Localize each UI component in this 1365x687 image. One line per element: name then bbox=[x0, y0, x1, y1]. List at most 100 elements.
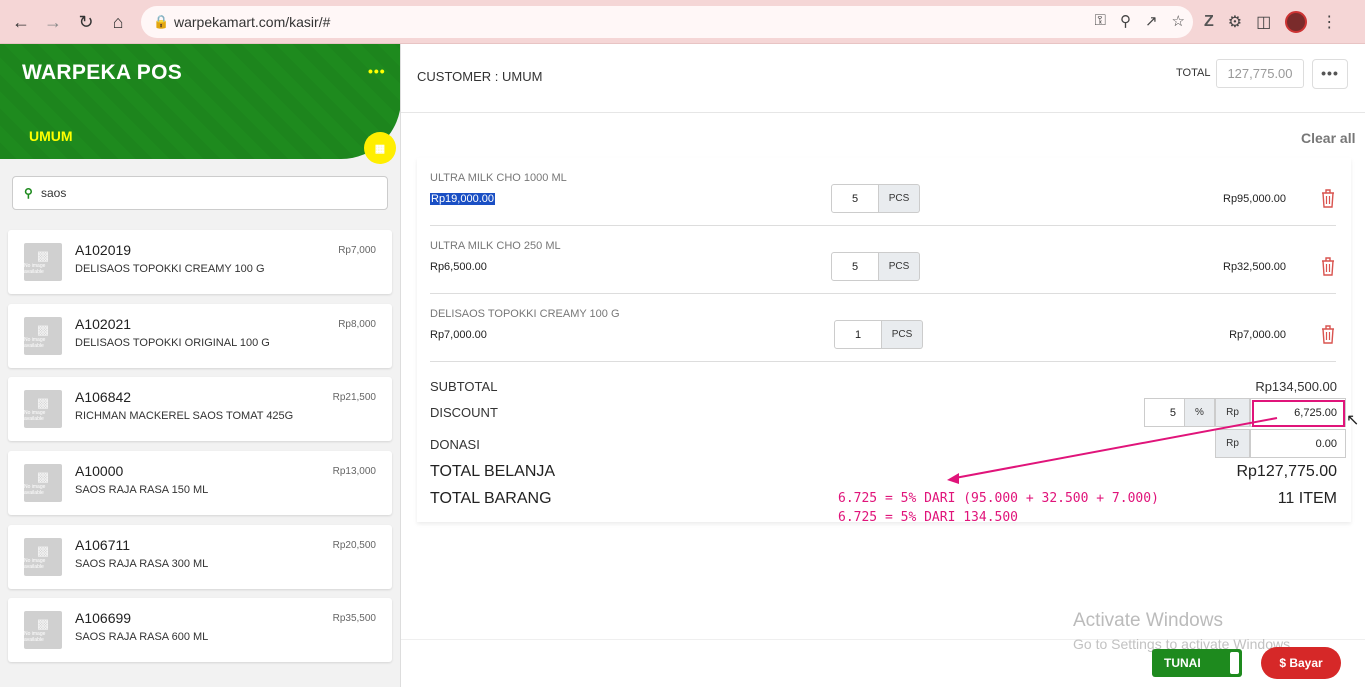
mouse-cursor-icon: ↖ bbox=[1346, 412, 1360, 429]
cart-item-name: DELISAOS TOPOKKI CREAMY 100 G bbox=[430, 308, 620, 320]
payment-method-toggle[interactable]: TUNAI bbox=[1152, 649, 1242, 677]
discount-label: DISCOUNT bbox=[430, 405, 498, 420]
donasi-label: DONASI bbox=[430, 437, 480, 452]
camera-icon: ▩ bbox=[36, 395, 50, 411]
camera-icon: ▩ bbox=[36, 469, 50, 485]
total-field: 127,775.00 bbox=[1216, 59, 1304, 88]
total-barang-value: 11 ITEM bbox=[1277, 490, 1337, 507]
cart-item-name: ULTRA MILK CHO 250 ML bbox=[430, 240, 561, 252]
bookmark-star-icon[interactable]: ☆ bbox=[1172, 12, 1185, 30]
trash-icon[interactable] bbox=[1320, 188, 1336, 208]
pay-button[interactable]: $ Bayar bbox=[1261, 647, 1341, 679]
reload-icon[interactable]: ↻ bbox=[74, 10, 98, 34]
profile-avatar[interactable] bbox=[1285, 11, 1308, 33]
cart-item-price[interactable]: Rp7,000.00 bbox=[430, 329, 487, 341]
no-image-placeholder: ▩ No image available bbox=[24, 464, 62, 503]
zoom-icon[interactable]: ⚲ bbox=[1120, 12, 1131, 30]
product-card[interactable]: ▩ No image available A106699 SAOS RAJA RA… bbox=[8, 598, 392, 663]
no-image-placeholder: ▩ No image available bbox=[24, 243, 62, 281]
search-input[interactable]: ⚲ saos bbox=[12, 176, 388, 210]
quantity-input[interactable]: 5 bbox=[831, 252, 879, 281]
header-more-button[interactable]: ••• bbox=[1312, 59, 1348, 89]
search-value[interactable]: saos bbox=[41, 186, 66, 200]
cart-item-price[interactable]: Rp19,000.00 bbox=[430, 193, 495, 205]
puzzle-icon[interactable]: ⚙ bbox=[1228, 12, 1242, 32]
product-card[interactable]: ▩ No image available A102021 DELISAOS TOP… bbox=[8, 303, 392, 368]
subtotal-label: SUBTOTAL bbox=[430, 379, 498, 394]
subtotal-value: Rp134,500.00 bbox=[1255, 379, 1337, 394]
product-code: A106842 bbox=[75, 389, 132, 406]
clear-all-button[interactable]: Clear all bbox=[1301, 130, 1355, 146]
app-title: WARPEKA POS bbox=[22, 61, 183, 84]
product-card[interactable]: ▩ No image available A106711 SAOS RAJA RA… bbox=[8, 524, 392, 589]
key-icon[interactable]: ⚿ bbox=[1095, 12, 1106, 30]
product-name: SAOS RAJA RASA 150 ML bbox=[75, 484, 209, 497]
trash-icon[interactable] bbox=[1320, 324, 1336, 344]
annotation-line-1: 6.725 = 5% DARI (95.000 + 32.500 + 7.000… bbox=[838, 491, 1159, 506]
url-text[interactable]: warpekamart.com/kasir/# bbox=[174, 14, 330, 30]
cart-item: ULTRA MILK CHO 1000 ML Rp19,000.00 5 PCS… bbox=[430, 158, 1336, 226]
browser-toolbar: ← → ↻ ⌂ 🔒 warpekamart.com/kasir/# ⚿ ⚲ ↗ … bbox=[0, 0, 1365, 44]
no-image-text: No image available bbox=[24, 263, 46, 275]
side-panel-icon[interactable]: ◫ bbox=[1256, 12, 1271, 32]
total-belanja-label: TOTAL BELANJA bbox=[430, 463, 556, 480]
divider bbox=[401, 112, 1365, 113]
unit-label: PCS bbox=[879, 184, 920, 213]
cart-item: DELISAOS TOPOKKI CREAMY 100 G Rp7,000.00… bbox=[430, 294, 1336, 362]
share-icon[interactable]: ↗ bbox=[1145, 12, 1158, 30]
no-image-placeholder: ▩ No image available bbox=[24, 316, 62, 355]
camera-icon: ▩ bbox=[36, 248, 50, 263]
camera-icon: ▩ bbox=[36, 321, 50, 337]
quantity-input[interactable]: 1 bbox=[834, 320, 882, 349]
product-code: A102021 bbox=[75, 315, 132, 332]
address-bar[interactable]: 🔒 warpekamart.com/kasir/# ⚿ ⚲ ↗ ☆ bbox=[141, 6, 1193, 38]
product-name: SAOS RAJA RASA 300 ML bbox=[75, 557, 209, 570]
no-image-text: No image available bbox=[24, 410, 46, 423]
watermark-title: Activate Windows bbox=[1073, 610, 1223, 631]
camera-icon: ▩ bbox=[36, 542, 50, 558]
cart-item-price[interactable]: Rp6,500.00 bbox=[430, 261, 487, 273]
forward-icon[interactable]: → bbox=[41, 10, 65, 34]
product-card[interactable]: ▩ No image available A10000 SAOS RAJA RAS… bbox=[8, 451, 392, 516]
product-list: ▩ No image available A102019 DELISAOS TOP… bbox=[8, 230, 392, 672]
barcode-icon[interactable]: ▦ bbox=[364, 132, 396, 164]
cart-item-name: ULTRA MILK CHO 1000 ML bbox=[430, 172, 567, 184]
product-name: DELISAOS TOPOKKI CREAMY 100 G bbox=[75, 263, 265, 275]
product-name: SAOS RAJA RASA 600 ML bbox=[75, 631, 209, 644]
annotation-line-2: 6.725 = 5% DARI 134.500 bbox=[838, 510, 1019, 525]
total-label: TOTAL bbox=[1176, 67, 1211, 79]
sidebar-header: WARPEKA POS ••• UMUM bbox=[0, 44, 400, 159]
sidebar-more-button[interactable]: ••• bbox=[368, 63, 386, 79]
trash-icon[interactable] bbox=[1320, 256, 1336, 276]
product-price: Rp13,000 bbox=[332, 466, 376, 478]
product-name: DELISAOS TOPOKKI ORIGINAL 100 G bbox=[75, 336, 270, 349]
toggle-knob bbox=[1230, 652, 1239, 674]
product-price: Rp21,500 bbox=[332, 392, 376, 404]
unit-label: PCS bbox=[879, 252, 920, 281]
home-icon[interactable]: ⌂ bbox=[106, 10, 130, 34]
product-card[interactable]: ▩ No image available A106842 RICHMAN MACK… bbox=[8, 377, 392, 442]
no-image-text: No image available bbox=[24, 484, 46, 497]
product-price: Rp8,000 bbox=[338, 318, 376, 330]
product-sidebar: WARPEKA POS ••• UMUM ▦ ⚲ saos ▩ No image … bbox=[0, 44, 401, 687]
unit-label: PCS bbox=[882, 320, 923, 349]
product-card[interactable]: ▩ No image available A102019 DELISAOS TOP… bbox=[8, 230, 392, 294]
menu-dots-icon[interactable]: ⋮ bbox=[1321, 12, 1337, 32]
extension-z-icon[interactable]: Z bbox=[1204, 13, 1214, 31]
quantity-input[interactable]: 5 bbox=[831, 184, 879, 213]
customer-name[interactable]: UMUM bbox=[29, 128, 73, 144]
cart-item-subtotal: Rp32,500.00 bbox=[1223, 261, 1286, 273]
no-image-text: No image available bbox=[24, 631, 46, 644]
product-name: RICHMAN MACKEREL SAOS TOMAT 425G bbox=[75, 410, 294, 423]
back-icon[interactable]: ← bbox=[9, 10, 33, 34]
payment-method-label: TUNAI bbox=[1164, 656, 1201, 670]
cart-item: ULTRA MILK CHO 250 ML Rp6,500.00 5 PCS R… bbox=[430, 226, 1336, 294]
product-code: A106699 bbox=[75, 610, 132, 627]
product-price: Rp7,000 bbox=[338, 245, 376, 256]
camera-icon: ▩ bbox=[36, 616, 50, 632]
cart-item-subtotal: Rp95,000.00 bbox=[1223, 193, 1286, 205]
no-image-placeholder: ▩ No image available bbox=[24, 390, 62, 429]
cart-item-subtotal: Rp7,000.00 bbox=[1229, 329, 1286, 341]
cart-panel: CUSTOMER : UMUM TOTAL 127,775.00 ••• Cle… bbox=[401, 44, 1365, 687]
product-code: A10000 bbox=[75, 463, 124, 480]
